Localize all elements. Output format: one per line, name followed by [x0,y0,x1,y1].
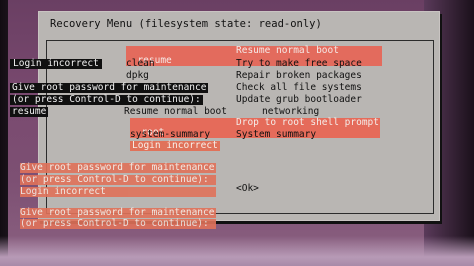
ok-button[interactable]: <Ok> [236,184,259,194]
overlay-root-prompt-line2: (or press Control-D to continue): [20,219,216,229]
console-login-incorrect: Login incorrect [10,59,102,69]
console-resume-word: resume [10,106,49,117]
menu-item-desc: Try to make free space [236,58,362,69]
menu-item-desc: networking [262,106,320,117]
overlay-login-incorrect: Login incorrect [20,187,216,197]
overlay-root-prompt-line1: Give root password for maintenance [20,207,216,218]
console-root-prompt-line1: Give root password for maintenance [10,82,209,93]
menu-item-desc: Check all file systems [236,82,362,93]
menu-item-desc: Repair broken packages [236,70,362,81]
console-resume-desc: Resume normal boot [124,106,227,117]
menu-item-desc: Resume normal boot [236,45,339,56]
menu-item-desc: Update grub bootloader [236,94,362,105]
screen-bottom-glow [0,236,474,266]
overlay-root-prompt-line1: Give root password for maintenance [20,162,216,173]
menu-item-system-summary[interactable]: system-summary [130,130,210,140]
overlay-root-prompt-line2: (or press Control-D to continue): [20,175,216,185]
console-root-prompt-line2: (or press Control-D to continue): [10,94,203,105]
dialog-title: Recovery Menu (filesystem state: read-on… [50,18,322,30]
menu-item-desc: System summary [236,129,317,140]
menu-item-clean[interactable]: clean [126,59,155,69]
menu-item-desc: Drop to root shell prompt [236,117,379,128]
overlay-login-incorrect: Login incorrect [130,140,220,151]
menu-item-dpkg[interactable]: dpkg [126,71,149,81]
